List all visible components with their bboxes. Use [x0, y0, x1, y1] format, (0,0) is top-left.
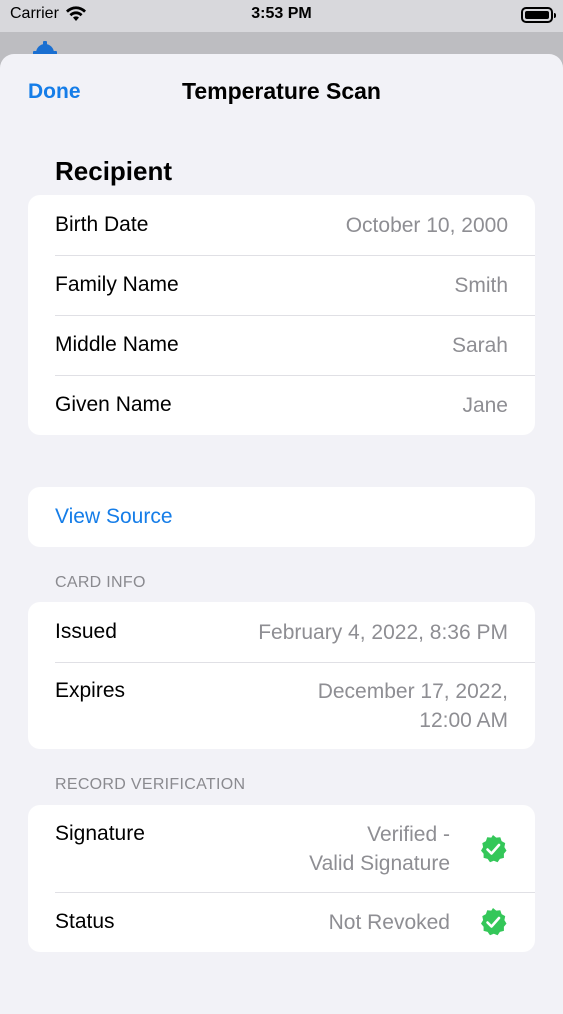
- record-verification-card: Signature Verified - Valid Signature Sta…: [28, 805, 535, 952]
- recipient-section-title: Recipient: [55, 156, 173, 186]
- view-source-row[interactable]: View Source: [28, 487, 535, 547]
- row-label: Given Name: [55, 393, 172, 416]
- row-label: Birth Date: [55, 213, 149, 236]
- expires-label: Expires: [55, 679, 126, 702]
- card-info-card: Issued February 4, 2022, 8:36 PM Expires…: [28, 602, 535, 749]
- expires-time: 12:00 AM: [419, 708, 508, 732]
- status-bar: Carrier 3:53 PM: [0, 0, 563, 32]
- middle-name-row: Middle Name Sarah: [28, 315, 535, 375]
- expires-date: December 17, 2022,: [317, 679, 508, 703]
- issued-label: Issued: [55, 620, 117, 643]
- status-row: Status Not Revoked: [28, 892, 535, 952]
- issued-value: February 4, 2022, 8:36 PM: [258, 620, 508, 644]
- signature-status: Verified -: [367, 822, 450, 846]
- expires-row: Expires December 17, 2022, 12:00 AM: [28, 662, 535, 749]
- row-label: Middle Name: [55, 333, 179, 356]
- expires-value: December 17, 2022, 12:00 AM: [318, 677, 508, 735]
- record-verification-header: RECORD VERIFICATION: [55, 776, 246, 793]
- birth-date-row: Birth Date October 10, 2000: [28, 195, 535, 255]
- signature-row: Signature Verified - Valid Signature: [28, 805, 535, 892]
- nav-bar: Done Temperature Scan: [0, 54, 563, 130]
- modal-sheet: Done Temperature Scan Recipient Birth Da…: [0, 54, 563, 1014]
- row-value: Sarah: [451, 333, 508, 357]
- status-label: Status: [55, 910, 115, 933]
- verified-check-icon: [481, 834, 507, 862]
- card-info-header: CARD INFO: [55, 574, 146, 591]
- row-value: Jane: [462, 393, 508, 417]
- status-time: 3:53 PM: [251, 5, 312, 22]
- status-value: Not Revoked: [328, 910, 450, 934]
- given-name-row: Given Name Jane: [28, 375, 535, 435]
- view-source-link[interactable]: View Source: [55, 505, 173, 529]
- family-name-row: Family Name Smith: [28, 255, 535, 315]
- row-label: Family Name: [55, 273, 179, 296]
- verified-check-icon: [481, 908, 507, 936]
- view-source-card: View Source: [28, 487, 535, 547]
- row-value: Smith: [454, 273, 508, 297]
- row-value: October 10, 2000: [345, 213, 508, 237]
- issued-row: Issued February 4, 2022, 8:36 PM: [28, 602, 535, 662]
- recipient-card: Birth Date October 10, 2000 Family Name …: [28, 195, 535, 435]
- signature-label: Signature: [55, 822, 145, 845]
- signature-detail: Valid Signature: [309, 851, 450, 875]
- battery-icon: [521, 7, 556, 23]
- page-title: Temperature Scan: [182, 78, 381, 104]
- signature-value: Verified - Valid Signature: [309, 820, 450, 878]
